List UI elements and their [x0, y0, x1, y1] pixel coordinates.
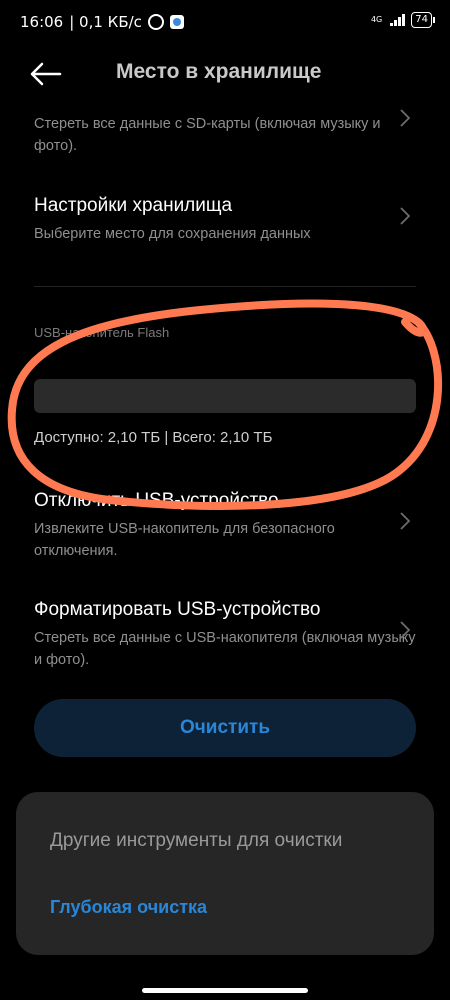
- list-item-storage-settings[interactable]: Настройки хранилища Выберите место для с…: [34, 195, 418, 245]
- item-title: Форматировать USB-устройство: [34, 599, 321, 620]
- clean-button[interactable]: Очистить: [34, 699, 416, 757]
- list-item-erase-sd[interactable]: Стереть все данные с SD-карты (включая м…: [34, 109, 418, 157]
- usb-usage-text: Доступно: 2,10 ТБ | Всего: 2,10 ТБ: [34, 429, 273, 446]
- back-arrow-icon: [30, 62, 62, 86]
- usb-usage-bar: [34, 379, 416, 413]
- divider: [34, 286, 416, 287]
- chevron-right-icon: [400, 207, 411, 225]
- back-button[interactable]: [28, 60, 62, 88]
- page-title: Место в хранилище: [116, 60, 322, 83]
- app-bar: Место в хранилище: [0, 52, 450, 96]
- battery-icon: 74: [411, 12, 435, 28]
- usb-storage-label: USB-накопитель Flash: [34, 325, 170, 340]
- battery-level: 74: [415, 14, 428, 25]
- home-indicator[interactable]: [142, 988, 308, 993]
- telegram-icon: [169, 15, 184, 29]
- item-desc: Извлеките USB-накопитель для безопасного…: [34, 521, 335, 559]
- cleanup-tools-sheet: Другие инструменты для очистки Глубокая …: [16, 792, 434, 955]
- list-item-eject-usb[interactable]: Отключить USB-устройство Извлеките USB-н…: [34, 490, 418, 562]
- list-item-format-usb[interactable]: Форматировать USB-устройство Стереть все…: [34, 599, 418, 671]
- item-title: Отключить USB-устройство: [34, 490, 279, 511]
- status-bar: 16:06 | 0,1 КБ/с 4G 74: [0, 0, 450, 44]
- item-desc: Стереть все данные с SD-карты (включая м…: [34, 116, 381, 154]
- item-desc: Выберите место для сохранения данных: [34, 226, 311, 242]
- signal-icon: [390, 14, 406, 26]
- deep-clean-link[interactable]: Глубокая очистка: [50, 897, 207, 918]
- status-time: 16:06: [20, 13, 64, 31]
- status-left: 16:06 | 0,1 КБ/с: [20, 13, 184, 31]
- item-desc: Стереть все данные с USB-накопителя (вкл…: [34, 630, 416, 668]
- status-speed: | 0,1 КБ/с: [69, 13, 142, 31]
- alarm-icon: [147, 14, 164, 30]
- chevron-right-icon: [400, 109, 411, 127]
- sheet-title: Другие инструменты для очистки: [50, 830, 343, 851]
- chevron-right-icon: [400, 512, 411, 530]
- item-title: Настройки хранилища: [34, 195, 233, 216]
- status-right: 4G 74: [370, 12, 435, 28]
- network-label: 4G: [370, 15, 383, 24]
- chevron-right-icon: [400, 621, 411, 639]
